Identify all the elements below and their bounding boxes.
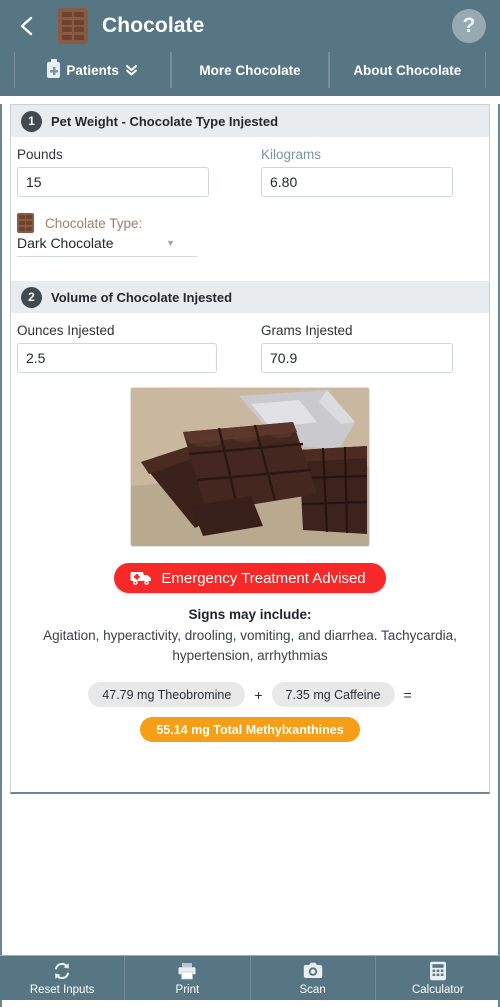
help-button[interactable]: ?: [452, 9, 486, 43]
tab-bar: Patients More Chocolate About Chocolate: [0, 52, 500, 96]
scan-label: Scan: [299, 983, 326, 996]
results-row: 47.79 mg Theobromine + 7.35 mg Caffeine …: [11, 682, 489, 708]
volume-field-row: Ounces Injested Grams Injested: [11, 313, 489, 373]
section-header-1: 1 Pet Weight - Chocolate Type Injested: [11, 105, 489, 137]
chocolate-bar-icon: [17, 213, 34, 233]
chocolate-type-label-row: Chocolate Type:: [17, 213, 489, 233]
ounces-label: Ounces Injested: [17, 323, 115, 338]
section-number-badge: 1: [21, 110, 42, 132]
chocolate-type-value: Dark Chocolate: [17, 235, 114, 251]
chocolate-type-select[interactable]: Dark Chocolate ▼: [17, 235, 197, 257]
alert-wrap: Emergency Treatment Advised: [11, 563, 489, 593]
kilograms-input[interactable]: [261, 167, 453, 197]
reset-inputs-label: Reset Inputs: [29, 983, 95, 996]
grams-label: Grams Injested: [261, 323, 353, 338]
kilograms-field-group: Kilograms: [261, 147, 453, 197]
page-title: Chocolate: [102, 14, 205, 37]
caffeine-pill: 7.35 mg Caffeine: [271, 682, 395, 708]
chevron-down-icon: ▼: [166, 238, 175, 248]
signs-title: Signs may include:: [188, 607, 312, 622]
printer-icon: [177, 961, 197, 981]
chocolate-bar-icon: [58, 8, 88, 44]
tab-patients-label: Patients: [66, 62, 119, 78]
plus-operator: +: [254, 686, 263, 703]
section-title-2: Volume of Chocolate Injested: [51, 289, 233, 305]
section-title-1: Pet Weight - Chocolate Type Injested: [51, 113, 279, 129]
theobromine-pill: 47.79 mg Theobromine: [88, 682, 246, 708]
chevron-double-down-icon: [125, 63, 138, 77]
equals-operator: =: [403, 686, 412, 703]
back-chevron-icon: [17, 15, 37, 37]
camera-icon: [303, 961, 323, 981]
ounces-field-group: Ounces Injested: [17, 323, 217, 373]
kilograms-label: Kilograms: [261, 147, 322, 162]
section-number-badge: 2: [21, 286, 42, 308]
bottom-toolbar: Reset Inputs Print Scan Calculator: [0, 955, 500, 1000]
signs-text: Agitation, hyperactivity, drooling, vomi…: [43, 628, 457, 663]
total-methylxanthines-pill: 55.14 mg Total Methylxanthines: [140, 717, 360, 743]
dark-chocolate-bars-photo: [130, 387, 370, 547]
reset-inputs-button[interactable]: Reset Inputs: [0, 956, 126, 1000]
main-content: 1 Pet Weight - Chocolate Type Injested P…: [0, 104, 500, 1007]
pounds-label: Pounds: [17, 147, 63, 162]
weight-field-row: Pounds Kilograms: [11, 137, 489, 197]
status-badge-label: Emergency Treatment Advised: [161, 569, 366, 587]
total-row: 55.14 mg Total Methylxanthines: [11, 717, 489, 743]
tab-patients[interactable]: Patients: [14, 52, 172, 88]
app-header: Chocolate ?: [0, 0, 500, 52]
refresh-icon: [52, 961, 72, 981]
ambulance-icon: [130, 570, 152, 586]
grams-field-group: Grams Injested: [261, 323, 453, 373]
back-button[interactable]: [14, 13, 40, 39]
pounds-field-group: Pounds: [17, 147, 209, 197]
grams-input[interactable]: [261, 343, 453, 373]
calculator-card: 1 Pet Weight - Chocolate Type Injested P…: [10, 104, 490, 794]
print-label: Print: [175, 983, 200, 996]
status-badge[interactable]: Emergency Treatment Advised: [114, 563, 386, 593]
ounces-input[interactable]: [17, 343, 217, 373]
calculator-label: Calculator: [411, 983, 464, 996]
section-header-2: 2 Volume of Chocolate Injested: [11, 281, 489, 313]
tab-about-chocolate[interactable]: About Chocolate: [328, 52, 486, 88]
chocolate-type-label: Chocolate Type:: [45, 215, 143, 231]
calculator-icon: [428, 961, 448, 981]
tab-more-chocolate[interactable]: More Chocolate: [171, 52, 329, 88]
chocolate-photo-wrap: [11, 387, 489, 547]
print-button[interactable]: Print: [125, 956, 251, 1000]
calculator-button[interactable]: Calculator: [376, 956, 500, 1000]
tab-about-chocolate-label: About Chocolate: [353, 62, 462, 78]
pounds-input[interactable]: [17, 167, 209, 197]
chocolate-type-group: Chocolate Type: Dark Chocolate ▼: [11, 197, 489, 257]
tab-more-chocolate-label: More Chocolate: [199, 62, 301, 78]
clipboard-medical-icon: [47, 59, 61, 78]
question-mark-icon: ?: [462, 14, 476, 37]
scan-button[interactable]: Scan: [251, 956, 376, 1000]
